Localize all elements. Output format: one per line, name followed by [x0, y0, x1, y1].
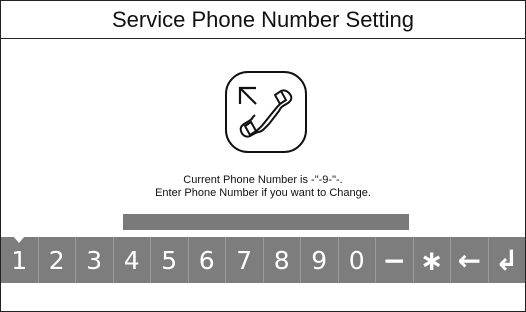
key-label: 4	[123, 245, 140, 275]
backspace-arrow-icon: ←	[457, 243, 481, 277]
key-label: 3	[86, 245, 103, 275]
key-label: 9	[311, 245, 328, 275]
asterisk-icon: ∗	[420, 243, 444, 277]
key-label: 2	[48, 245, 65, 275]
key-enter[interactable]: ↲	[489, 237, 526, 283]
selection-marker	[13, 236, 26, 243]
key-5[interactable]: 5	[151, 237, 189, 283]
key-4[interactable]: 4	[114, 237, 151, 283]
key-label: 8	[273, 245, 290, 275]
key-8[interactable]: 8	[264, 237, 301, 283]
enter-return-icon: ↲	[495, 243, 519, 277]
instruction-text: Enter Phone Number if you want to Change…	[155, 187, 371, 199]
key-9[interactable]: 9	[301, 237, 339, 283]
key-dash[interactable]: −	[376, 237, 414, 283]
key-asterisk[interactable]: ∗	[414, 237, 451, 283]
key-label: 7	[236, 245, 253, 275]
key-label: 6	[198, 245, 215, 275]
key-6[interactable]: 6	[189, 237, 226, 283]
phone-handset-icon	[225, 71, 307, 153]
key-3[interactable]: 3	[76, 237, 114, 283]
dash-icon: −	[382, 243, 406, 277]
key-1[interactable]: 1	[1, 236, 39, 283]
screen-frame: Service Phone Number Setting Current Pho…	[0, 0, 526, 312]
key-2[interactable]: 2	[39, 237, 76, 283]
key-label: 1	[11, 245, 28, 275]
key-7[interactable]: 7	[226, 237, 264, 283]
key-label: 0	[348, 245, 365, 275]
phone-number-input[interactable]	[123, 214, 409, 230]
key-0[interactable]: 0	[339, 237, 376, 283]
key-label: 5	[161, 245, 178, 275]
current-number-text: Current Phone Number is -"-9-"-.	[183, 174, 343, 186]
keypad: 1 2 3 4 5 6 7 8 9 0 − ∗ ← ↲	[1, 236, 526, 283]
page-title: Service Phone Number Setting	[1, 1, 525, 39]
key-backspace[interactable]: ←	[451, 237, 489, 283]
